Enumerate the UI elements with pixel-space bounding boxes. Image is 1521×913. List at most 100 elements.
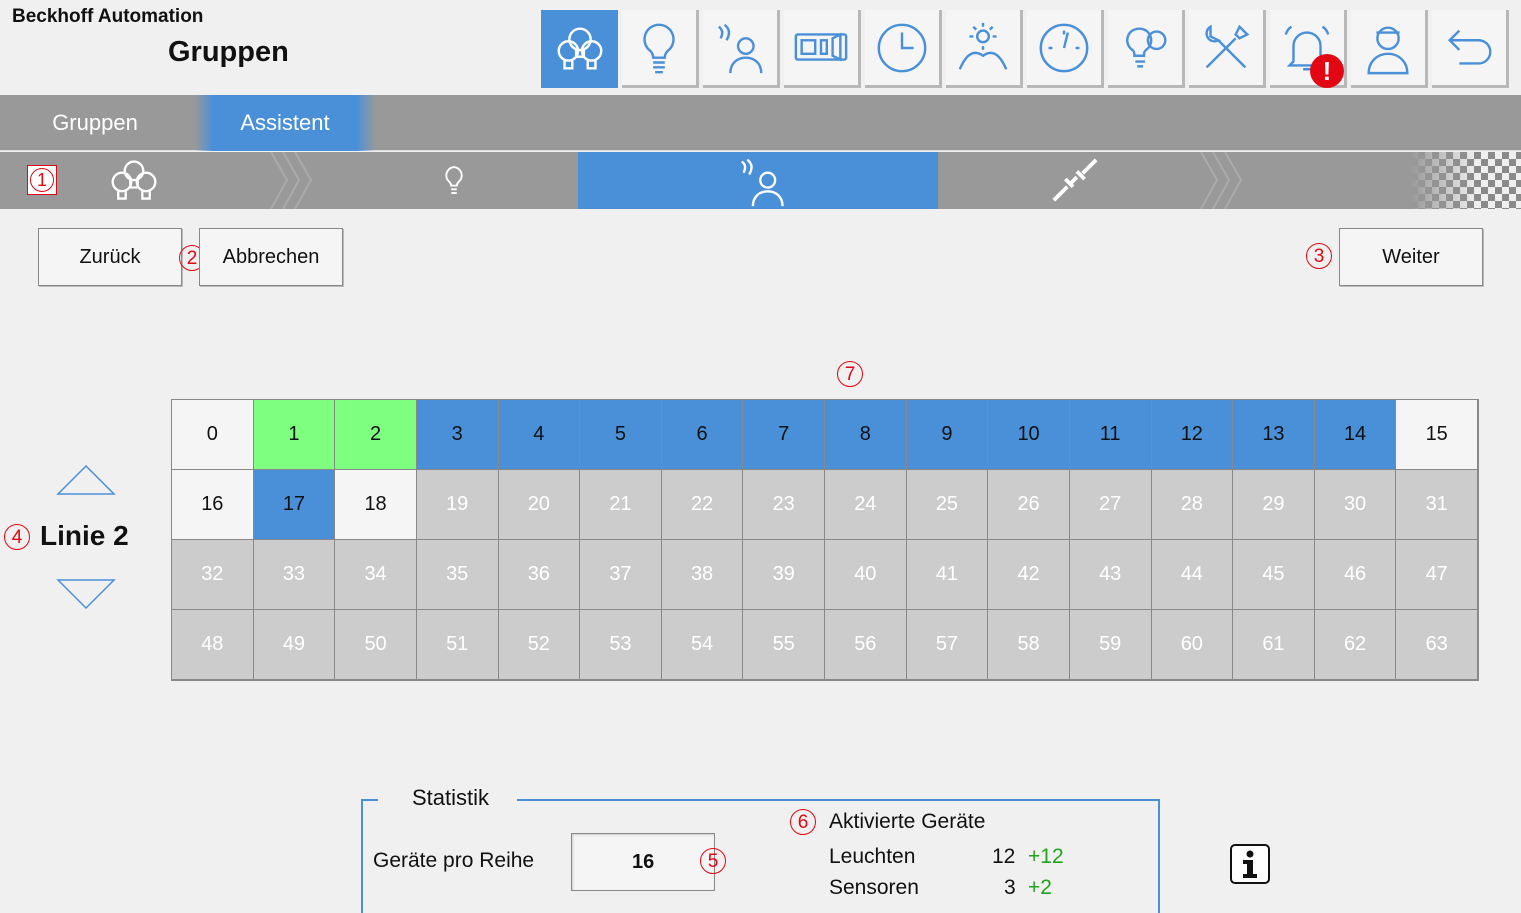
toolbar-schedule-button[interactable] — [865, 10, 942, 88]
address-cell[interactable]: 32 — [172, 540, 254, 610]
address-cell[interactable]: 54 — [661, 610, 744, 680]
address-cell[interactable]: 30 — [1314, 470, 1397, 540]
address-cell[interactable]: 21 — [580, 470, 662, 540]
address-cell[interactable]: 18 — [335, 470, 417, 540]
marker-6: 6 — [790, 809, 816, 835]
address-cell[interactable]: 3 — [416, 400, 499, 470]
user-icon — [1367, 25, 1409, 74]
clock-icon — [877, 23, 927, 72]
address-cell[interactable]: 61 — [1233, 610, 1315, 680]
address-cell[interactable]: 42 — [988, 540, 1070, 610]
address-cell[interactable]: 53 — [580, 610, 662, 680]
address-cell[interactable]: 60 — [1151, 610, 1234, 680]
address-cell[interactable]: 63 — [1396, 610, 1478, 680]
back-button[interactable]: Zurück — [38, 228, 182, 286]
toolbar-config-button[interactable] — [1108, 10, 1185, 88]
address-cell[interactable]: 6 — [661, 400, 744, 470]
address-cell[interactable]: 46 — [1314, 540, 1397, 610]
address-cell[interactable]: 27 — [1069, 470, 1152, 540]
cancel-button[interactable]: Abbrechen — [199, 228, 343, 286]
address-cell[interactable]: 19 — [416, 470, 499, 540]
address-cell[interactable]: 28 — [1151, 470, 1234, 540]
address-cell[interactable]: 10 — [988, 400, 1070, 470]
toolbar-back-button[interactable] — [1432, 10, 1509, 88]
toolbar-alarms-button[interactable]: ! — [1270, 10, 1347, 88]
address-cell[interactable]: 1 — [253, 400, 336, 470]
sensors-label: Sensoren — [829, 876, 919, 899]
toolbar-user-button[interactable] — [1351, 10, 1428, 88]
address-cell[interactable]: 36 — [498, 540, 581, 610]
address-cell[interactable]: 23 — [743, 470, 825, 540]
address-cell[interactable]: 34 — [335, 540, 417, 610]
bulb-settings-icon — [1126, 26, 1167, 68]
address-cell[interactable]: 37 — [580, 540, 662, 610]
address-cell[interactable]: 0 — [172, 400, 254, 470]
chevron-separator-icon — [270, 152, 313, 209]
address-cell[interactable]: 44 — [1151, 540, 1234, 610]
lamp-group-icon — [557, 27, 602, 70]
tab-bar: Gruppen Assistent — [0, 95, 1521, 151]
address-cell[interactable]: 24 — [825, 470, 907, 540]
info-button[interactable] — [1230, 844, 1270, 884]
address-cell[interactable]: 58 — [988, 610, 1070, 680]
address-cell[interactable]: 47 — [1396, 540, 1478, 610]
address-cell[interactable]: 14 — [1314, 400, 1397, 470]
sensors-value: 3 — [1004, 876, 1016, 899]
devices-per-row-field[interactable]: 16 — [571, 833, 715, 891]
toolbar-daylight-button[interactable] — [946, 10, 1023, 88]
address-cell[interactable]: 31 — [1396, 470, 1478, 540]
presence-sensor-icon — [717, 23, 763, 73]
address-cell[interactable]: 9 — [906, 400, 989, 470]
address-cell[interactable]: 43 — [1069, 540, 1152, 610]
address-cell[interactable]: 57 — [906, 610, 989, 680]
address-cell[interactable]: 45 — [1233, 540, 1315, 610]
toolbar-energy-button[interactable] — [1027, 10, 1104, 88]
address-cell[interactable]: 25 — [906, 470, 989, 540]
address-cell[interactable]: 41 — [906, 540, 989, 610]
address-cell[interactable]: 55 — [743, 610, 825, 680]
address-cell[interactable]: 7 — [743, 400, 825, 470]
line-down-arrow-icon[interactable] — [56, 578, 116, 610]
address-cell[interactable]: 49 — [253, 610, 336, 680]
devices-per-row-value: 16 — [632, 850, 655, 873]
address-cell[interactable]: 22 — [661, 470, 744, 540]
address-cell[interactable]: 11 — [1069, 400, 1152, 470]
address-cell[interactable]: 51 — [416, 610, 499, 680]
address-cell[interactable]: 2 — [335, 400, 417, 470]
address-cell[interactable]: 29 — [1233, 470, 1315, 540]
address-cell[interactable]: 62 — [1314, 610, 1397, 680]
address-cell[interactable]: 15 — [1396, 400, 1478, 470]
next-button[interactable]: Weiter — [1339, 228, 1483, 286]
address-cell[interactable]: 52 — [498, 610, 581, 680]
address-cell[interactable]: 40 — [825, 540, 907, 610]
presence-sensor-icon — [741, 158, 784, 207]
address-cell[interactable]: 48 — [172, 610, 254, 680]
address-cell[interactable]: 12 — [1151, 400, 1234, 470]
address-cell[interactable]: 59 — [1069, 610, 1152, 680]
tab-groups[interactable]: Gruppen — [0, 95, 190, 151]
address-cell[interactable]: 50 — [335, 610, 417, 680]
address-cell[interactable]: 4 — [498, 400, 581, 470]
toolbar-switches-button[interactable] — [784, 10, 861, 88]
marker-5: 5 — [700, 848, 726, 874]
toolbar-lights-button[interactable] — [622, 10, 699, 88]
address-cell[interactable]: 26 — [988, 470, 1070, 540]
address-cell[interactable]: 38 — [661, 540, 744, 610]
address-cell[interactable]: 35 — [416, 540, 499, 610]
address-cell[interactable]: 39 — [743, 540, 825, 610]
address-cell[interactable]: 5 — [580, 400, 662, 470]
address-cell[interactable]: 13 — [1233, 400, 1315, 470]
address-cell[interactable]: 16 — [172, 470, 254, 540]
wizard-steps — [0, 152, 1521, 209]
line-up-arrow-icon[interactable] — [56, 464, 116, 496]
address-cell[interactable]: 33 — [253, 540, 336, 610]
toolbar-groups-button[interactable] — [541, 10, 618, 88]
toolbar-presence-button[interactable] — [703, 10, 780, 88]
address-cell[interactable]: 17 — [253, 470, 336, 540]
marker-1: 1 — [27, 165, 57, 195]
address-cell[interactable]: 20 — [498, 470, 581, 540]
tab-assistant[interactable]: Assistent — [195, 95, 375, 151]
address-cell[interactable]: 8 — [825, 400, 907, 470]
address-cell[interactable]: 56 — [825, 610, 907, 680]
toolbar-service-button[interactable] — [1189, 10, 1266, 88]
